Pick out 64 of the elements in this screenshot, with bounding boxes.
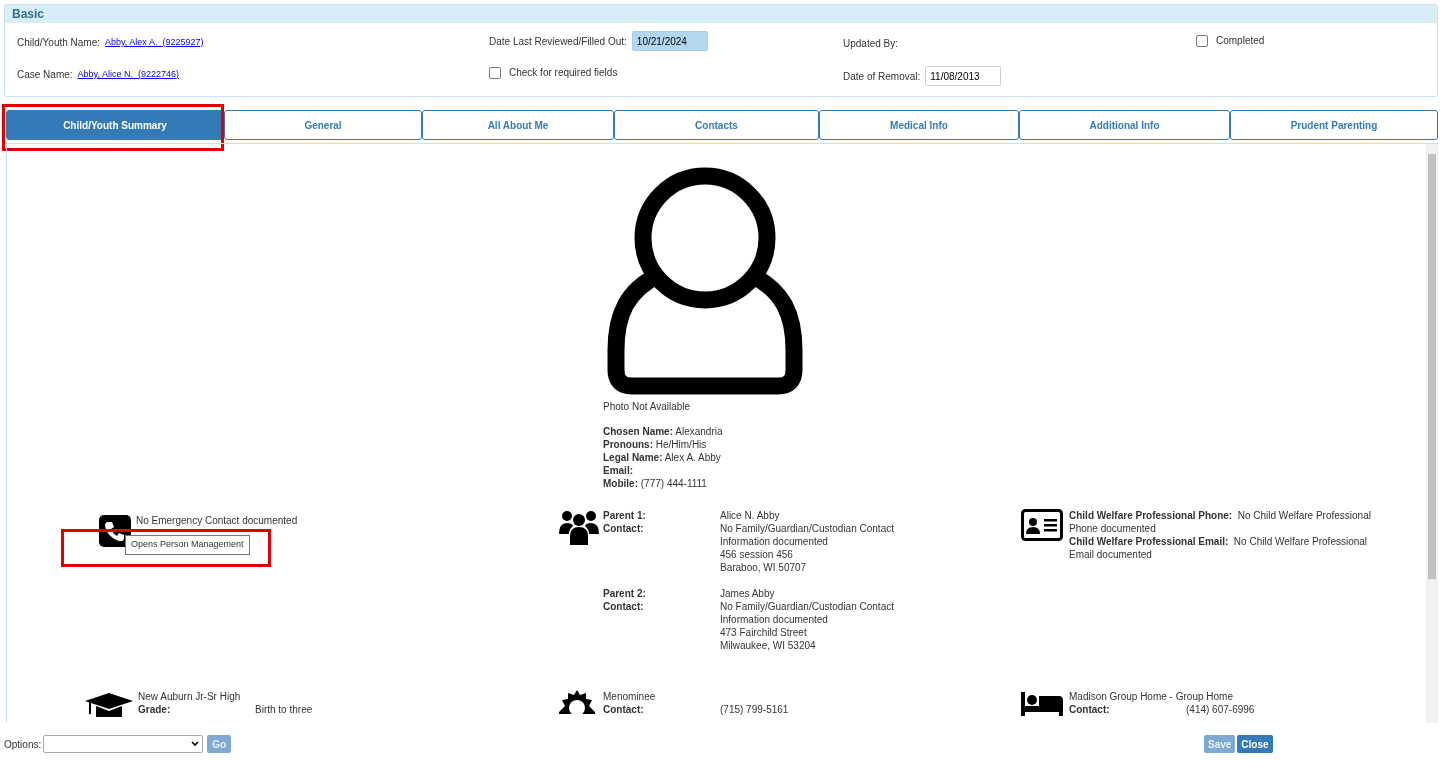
chevron-down-icon <box>191 741 200 747</box>
detail-line: Chosen Name: Alexandria <box>603 425 724 438</box>
parent-label: Parent 1: <box>603 509 647 522</box>
sunburst-icon <box>559 690 595 714</box>
tab[interactable]: General <box>224 110 422 140</box>
contact-phone: (414) 607-6996 <box>1186 703 1255 716</box>
placement-name: Madison Group Home - Group Home <box>1069 690 1234 703</box>
tab[interactable]: Additional Info <box>1019 110 1230 140</box>
parent-info: James Abby <box>720 587 776 600</box>
tab[interactable]: All About Me <box>422 110 614 140</box>
field-label: Child/Youth Name: <box>17 36 100 50</box>
detail-line: Legal Name: Alex A. Abby <box>603 451 722 464</box>
professional-info: Child Welfare Professional Email: No Child Welfare Professional Email documented <box>1069 535 1369 561</box>
scrollbar[interactable] <box>1426 144 1438 723</box>
avatar-icon <box>607 165 803 395</box>
contact-label: Contact: <box>603 703 645 716</box>
contact-label: Contact: <box>603 522 645 535</box>
parent-info: No Family/Guardian/Custodian Contact Information documented <box>720 600 895 626</box>
field-label: Date Last Reviewed/Filled Out: <box>489 34 627 49</box>
checkbox-label: Completed <box>1216 34 1265 48</box>
school-name: New Auburn Jr-Sr High <box>138 690 242 703</box>
date-field[interactable]: 11/08/2013 <box>925 66 1002 86</box>
contact-label: Contact: <box>1069 703 1111 716</box>
grade-label: Grade: <box>138 703 172 716</box>
detail-line: Mobile: (777) 444-1111 <box>603 477 708 490</box>
options-dropdown[interactable] <box>43 735 204 753</box>
parent-info: Milwaukee, WI 53204 <box>720 639 817 652</box>
tab[interactable]: Medical Info <box>819 110 1019 140</box>
tab[interactable]: Contacts <box>614 110 819 140</box>
id-card-icon <box>1021 509 1063 541</box>
child-name-link[interactable]: Abby, Alex A. (9225927) <box>105 35 204 50</box>
checkbox[interactable] <box>1196 34 1208 47</box>
bed-icon <box>1021 692 1063 716</box>
parent-info: Baraboo, WI 50707 <box>720 561 808 574</box>
parent-info: Alice N. Abby <box>720 509 781 522</box>
professional-info: Child Welfare Professional Phone: No Child Welfare Professional Phone documented <box>1069 509 1372 535</box>
tab[interactable]: Prudent Parenting <box>1230 110 1438 140</box>
checkbox-label: Check for required fields <box>509 66 618 80</box>
people-icon <box>559 509 599 545</box>
parent-info: 473 Fairchild Street <box>720 626 808 639</box>
graduation-cap-icon <box>85 693 133 717</box>
photo-caption: Photo Not Available <box>603 400 692 412</box>
parent-info: No Family/Guardian/Custodian Contact Information documented <box>720 522 895 548</box>
date-field[interactable]: 10/21/2024 <box>631 31 708 51</box>
checkbox[interactable] <box>489 66 501 79</box>
tab[interactable]: Child/Youth Summary <box>6 110 224 140</box>
emergency-contact-text: No Emergency Contact documented <box>136 515 298 527</box>
parent-info: 456 session 456 <box>720 548 794 561</box>
parent-label: Parent 2: <box>603 587 647 600</box>
field-label: Date of Removal: <box>843 69 921 84</box>
contact-phone: (715) 799-5161 <box>720 703 789 716</box>
grade-value: Birth to three <box>255 703 313 716</box>
contact-label: Contact: <box>603 600 645 613</box>
scrollbar-thumb[interactable] <box>1428 154 1436 579</box>
tooltip: Opens Person Management <box>125 535 250 555</box>
tribe-name: Menominee <box>603 690 657 703</box>
detail-line: Email: <box>603 464 634 477</box>
panel-title: Basic <box>12 6 45 23</box>
detail-line: Pronouns: He/Him/His <box>603 438 708 451</box>
options-label: Options: <box>4 737 42 752</box>
case-name-link[interactable]: Abby, Alice N. (9222746) <box>77 67 179 82</box>
field-label: Case Name: <box>17 68 73 82</box>
field-label: Updated By: <box>843 38 899 49</box>
close-button[interactable]: Close <box>1237 735 1273 753</box>
